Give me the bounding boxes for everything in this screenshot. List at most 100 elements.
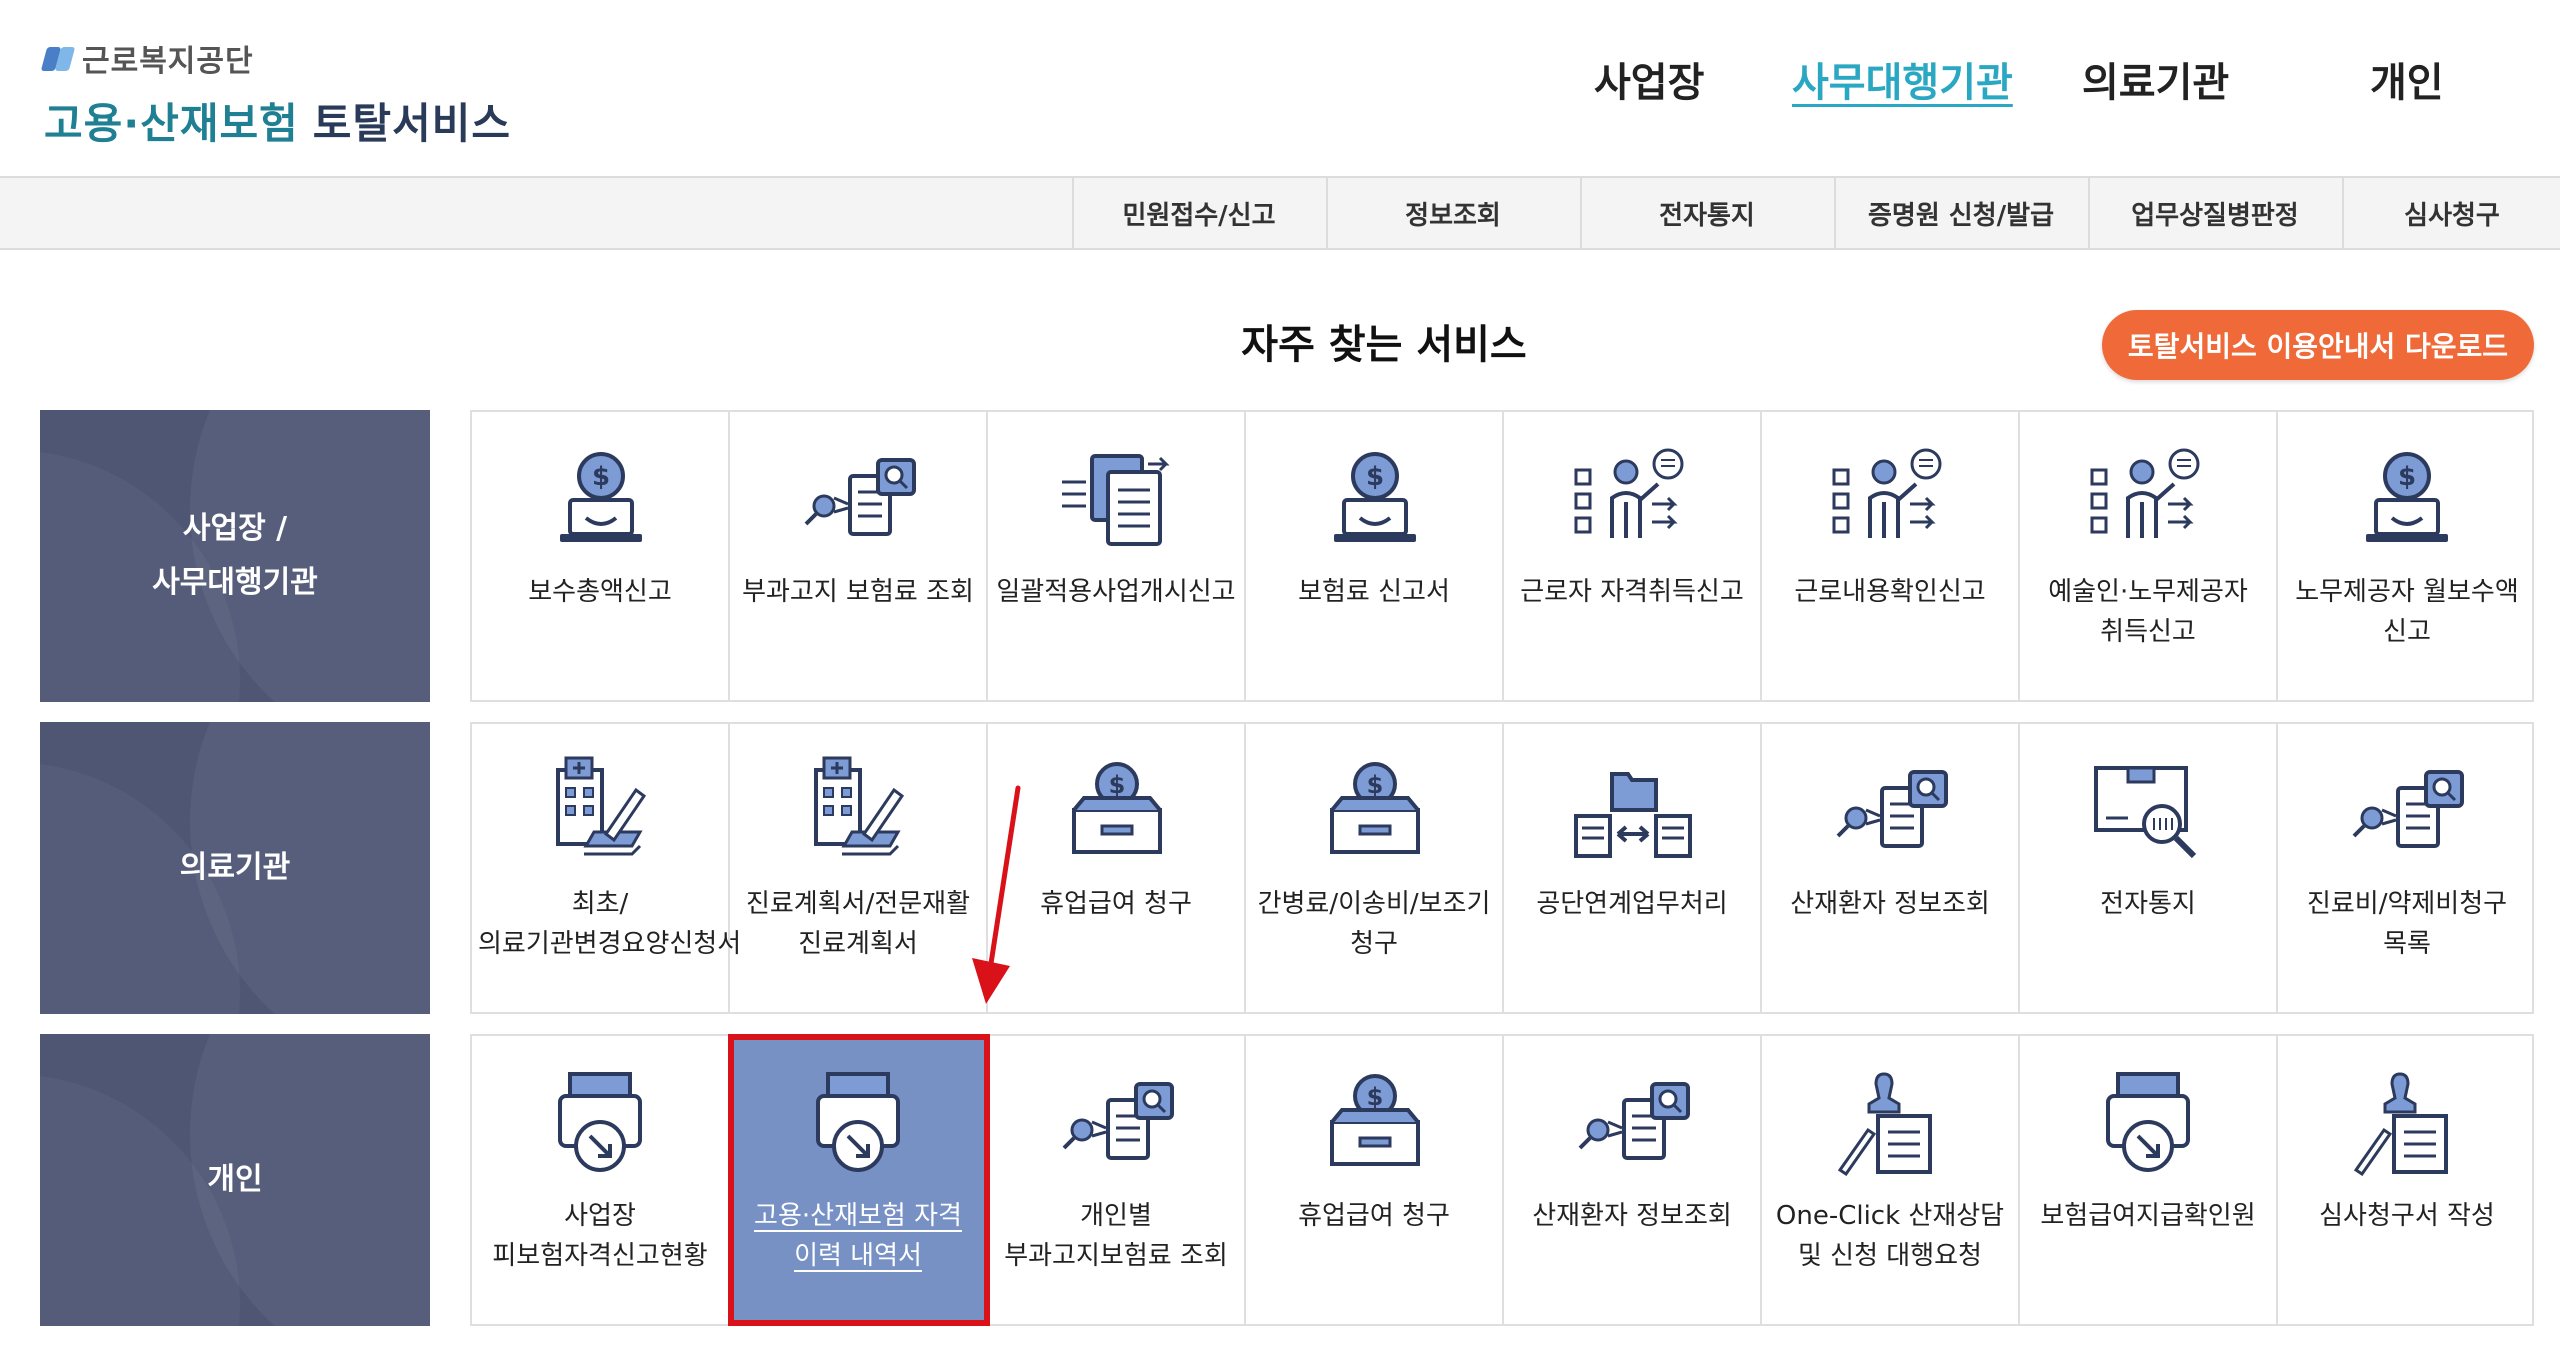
person-checklist-icon [1568, 442, 1698, 552]
hospital-pen-icon [536, 754, 666, 864]
service-tile-label: 산재환자 정보조회 [1790, 889, 1990, 919]
service-tile-label: 보험급여지급확인원 [2040, 1201, 2256, 1231]
document-search-icon [1052, 1066, 1182, 1176]
service-tile-label: 예술인·노무제공자 취득신고 [2048, 577, 2248, 647]
service-tile-label: 심사청구서 작성 [2319, 1201, 2495, 1231]
service-tile[interactable]: 근로내용확인신고 [1762, 412, 2020, 700]
service-tile-label: 고용·산재보험 자격 이력 내역서 [754, 1201, 962, 1271]
box-magnifier-icon [2084, 754, 2214, 864]
service-tile-label: 근로내용확인신고 [1794, 577, 1986, 607]
category-medical: 의료기관 [40, 722, 430, 1014]
person-checklist-icon [1826, 442, 1956, 552]
section-title: 자주 찾는 서비스 [1241, 322, 1527, 368]
document-search-icon [794, 442, 924, 552]
service-grid-business: $ 보수총액신고 부과고지 보험료 조회 일괄적용사업개시신고 $ 보험료 신고서 … [470, 410, 2534, 702]
subnav-item-civil[interactable]: 민원접수/신고 [1072, 178, 1324, 248]
stamp-document-icon [1826, 1066, 1956, 1177]
coin-box-icon: $ [1310, 754, 1440, 864]
service-tile[interactable]: 산재환자 정보조회 [1762, 724, 2020, 1012]
service-tile-label: One-Click 산재상담 및 신청 대행요청 [1775, 1201, 2005, 1271]
category-individual: 개인 [40, 1034, 430, 1326]
service-tile[interactable]: 진료계획서/전문재활 진료계획서 [730, 724, 988, 1012]
service-tile[interactable]: 최초/의료기관변경요양신청서 [472, 724, 742, 1012]
svg-text:$: $ [592, 462, 610, 492]
org-name: 근로복지공단 [82, 44, 254, 79]
annotation-arrow-icon [972, 785, 1021, 1004]
stamp-document-icon [2342, 1066, 2472, 1177]
service-tile-label: 휴업급여 청구 [1298, 1201, 1450, 1231]
nav-agency[interactable]: 사무대행기관 [1792, 50, 2013, 108]
subnav-item-info[interactable]: 정보조회 [1326, 178, 1578, 248]
category-label: 사업장 / 사무대행기관 [152, 511, 318, 600]
service-tile[interactable]: 사업장 피보험자격신고현황 [472, 1036, 730, 1324]
service-grid-individual: 사업장 피보험자격신고현황 고용·산재보험 자격 이력 내역서 개인별 부과고지… [470, 1034, 2534, 1326]
category-label: 의료기관 [179, 850, 291, 885]
site-logo[interactable]: 근로복지공단 고용·산재보험 토탈서비스 [40, 36, 511, 151]
service-tile[interactable]: 일괄적용사업개시신고 [988, 412, 1246, 700]
printer-arrow-icon [536, 1066, 666, 1176]
service-tile-label: 진료계획서/전문재활 진료계획서 [745, 889, 971, 959]
svg-text:$: $ [1109, 771, 1126, 799]
service-tile-label: 진료비/약제비청구 목록 [2306, 889, 2508, 959]
service-tile[interactable]: 진료비/약제비청구 목록 [2278, 724, 2536, 1012]
service-tile-label: 최초/의료기관변경요양신청서 [478, 889, 742, 959]
service-tile[interactable]: $ 보수총액신고 [472, 412, 730, 700]
service-tile-label: 보험료 신고서 [1298, 577, 1450, 607]
site-header: 근로복지공단 고용·산재보험 토탈서비스 사업장 사무대행기관 의료기관 개인 [0, 0, 2560, 176]
document-list-icon [1052, 442, 1182, 552]
service-tile[interactable]: $ 휴업급여 청구 [1246, 1036, 1504, 1324]
hospital-pen-icon [794, 754, 924, 864]
nav-individual[interactable]: 개인 [2370, 50, 2444, 108]
service-tile-label: 노무제공자 월보수액 신고 [2295, 577, 2519, 647]
service-tile[interactable]: 산재환자 정보조회 [1504, 1036, 1762, 1324]
service-tile-label: 전자통지 [2100, 889, 2196, 919]
subnav-item-notice[interactable]: 전자통지 [1580, 178, 1832, 248]
download-guide-button[interactable]: 토탈서비스 이용안내서 다운로드 [2102, 310, 2534, 380]
service-tile-label: 부과고지 보험료 조회 [742, 577, 974, 607]
folder-exchange-icon [1568, 754, 1698, 864]
nav-workplace[interactable]: 사업장 [1594, 50, 1704, 108]
service-tile-label: 간병료/이송비/보조기 청구 [1257, 889, 1491, 959]
logo-mark-icon [40, 43, 76, 73]
sub-nav: 민원접수/신고 정보조회 전자통지 증명원 신청/발급 업무상질병판정 심사청구 [0, 176, 2560, 250]
service-title-part1: 고용·산재보험 [44, 99, 299, 148]
service-tile[interactable]: 근로자 자격취득신고 [1504, 412, 1762, 700]
service-grid-medical: 최초/의료기관변경요양신청서 진료계획서/전문재활 진료계획서 $ 휴업급여 청구… [470, 722, 2534, 1014]
service-tile-label: 산재환자 정보조회 [1532, 1201, 1732, 1231]
printer-arrow-icon [794, 1066, 924, 1176]
service-tile-label: 보수총액신고 [528, 577, 672, 607]
service-tile[interactable]: One-Click 산재상담 및 신청 대행요청 [1762, 1036, 2020, 1324]
subnav-item-appeal[interactable]: 심사청구 [2342, 178, 2560, 248]
category-label: 개인 [207, 1162, 263, 1197]
service-tile[interactable]: 보험급여지급확인원 [2020, 1036, 2278, 1324]
service-tile[interactable]: 전자통지 [2020, 724, 2278, 1012]
document-search-icon [1568, 1066, 1698, 1176]
coin-box-icon: $ [1052, 754, 1182, 864]
service-tile[interactable]: 심사청구서 작성 [2278, 1036, 2536, 1324]
nav-medical[interactable]: 의료기관 [2082, 50, 2229, 108]
subnav-item-disease[interactable]: 업무상질병판정 [2088, 178, 2340, 248]
service-tile[interactable]: 고용·산재보험 자격 이력 내역서 [728, 1034, 990, 1326]
person-checklist-icon [2084, 442, 2214, 552]
service-tile[interactable]: 개인별 부과고지보험료 조회 [988, 1036, 1246, 1324]
service-tile-label: 개인별 부과고지보험료 조회 [1004, 1201, 1228, 1271]
service-tile[interactable]: 예술인·노무제공자 취득신고 [2020, 412, 2278, 700]
subnav-item-certificate[interactable]: 증명원 신청/발급 [1834, 178, 2086, 248]
printer-arrow-icon [2084, 1066, 2214, 1176]
svg-text:$: $ [2398, 462, 2416, 492]
service-tile[interactable]: $ 간병료/이송비/보조기 청구 [1246, 724, 1504, 1012]
service-tile-label: 공단연계업무처리 [1536, 889, 1728, 919]
service-tile-label: 일괄적용사업개시신고 [996, 577, 1236, 607]
svg-text:$: $ [1367, 1083, 1384, 1111]
money-laptop-icon: $ [1310, 442, 1440, 552]
service-tile[interactable]: 부과고지 보험료 조회 [730, 412, 988, 700]
service-title-part2: 토탈서비스 [312, 99, 511, 148]
service-tile[interactable]: $ 노무제공자 월보수액 신고 [2278, 412, 2536, 700]
svg-text:$: $ [1367, 771, 1384, 799]
category-business: 사업장 / 사무대행기관 [40, 410, 430, 702]
service-tile[interactable]: 공단연계업무처리 [1504, 724, 1762, 1012]
service-tile-label: 근로자 자격취득신고 [1520, 577, 1744, 607]
service-tile-label: 사업장 피보험자격신고현황 [492, 1201, 708, 1271]
document-search-icon [1826, 754, 1956, 864]
service-tile[interactable]: $ 보험료 신고서 [1246, 412, 1504, 700]
